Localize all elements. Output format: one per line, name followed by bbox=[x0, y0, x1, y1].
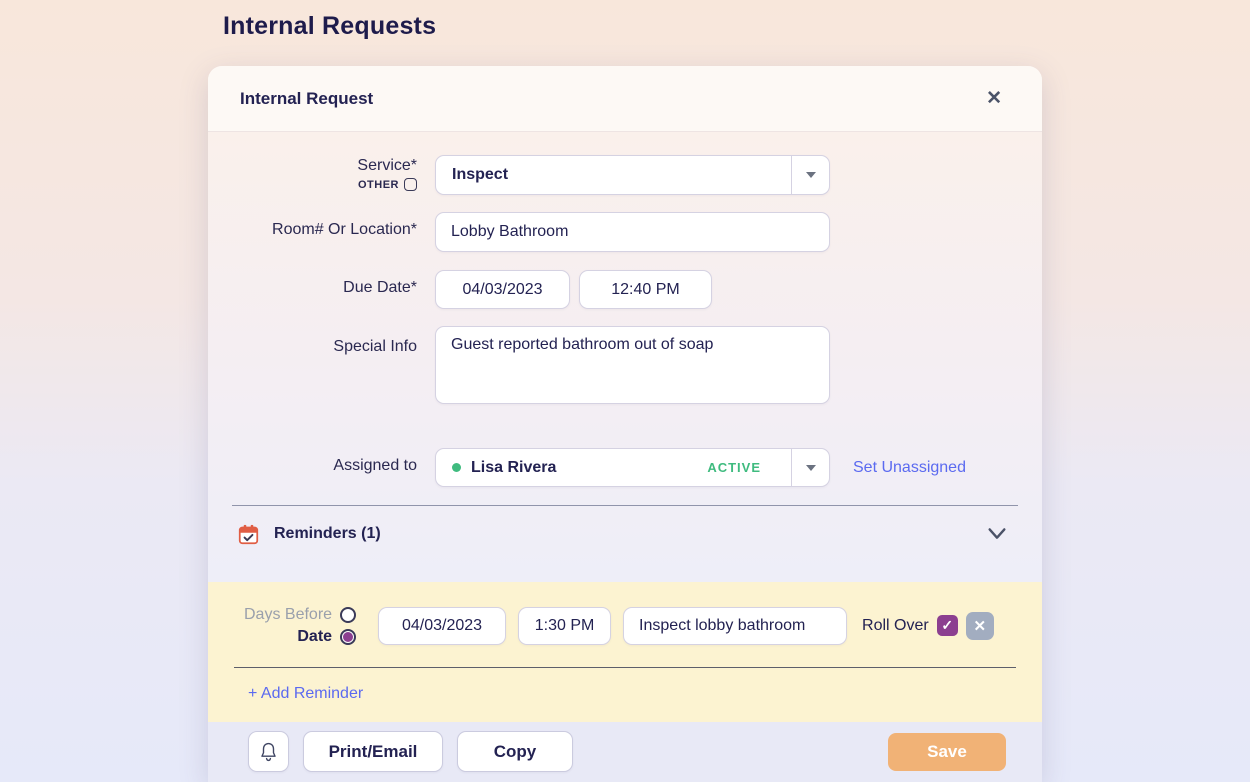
service-field: Inspect bbox=[435, 155, 830, 195]
special-info-row: Special Info Guest reported bathroom out… bbox=[208, 326, 1042, 409]
roll-over-label: Roll Over bbox=[862, 617, 929, 635]
due-date-row: Due Date* bbox=[208, 270, 1042, 309]
special-info-textarea[interactable]: Guest reported bathroom out of soap bbox=[435, 326, 830, 404]
calendar-check-icon bbox=[238, 524, 259, 545]
modal-header: Internal Request ✕ bbox=[208, 66, 1042, 132]
caret-down-icon bbox=[806, 465, 816, 471]
reminder-text-input[interactable] bbox=[623, 607, 847, 645]
service-caret-zone[interactable] bbox=[791, 156, 829, 194]
due-date-label: Due Date* bbox=[208, 270, 417, 297]
assigned-select[interactable]: Lisa Rivera ACTIVE bbox=[435, 448, 830, 487]
roll-over-checkbox[interactable]: ✓ bbox=[937, 615, 958, 636]
modal-body: Service* OTHER Inspect Room# Or Location… bbox=[208, 132, 1042, 582]
internal-request-modal: Internal Request ✕ Service* OTHER Inspec… bbox=[208, 66, 1042, 782]
copy-button[interactable]: Copy bbox=[457, 731, 573, 772]
notification-bell-button[interactable] bbox=[248, 731, 289, 772]
location-label: Room# Or Location* bbox=[208, 212, 417, 239]
print-email-button[interactable]: Print/Email bbox=[303, 731, 443, 772]
due-time-input[interactable] bbox=[579, 270, 712, 309]
page-title: Internal Requests bbox=[223, 12, 436, 41]
add-reminder-link[interactable]: + Add Reminder bbox=[208, 668, 1042, 703]
reminders-title: Reminders (1) bbox=[274, 525, 381, 543]
modal-footer: Print/Email Copy Save bbox=[208, 722, 1042, 782]
days-before-label: Days Before bbox=[244, 606, 332, 624]
save-button[interactable]: Save bbox=[888, 733, 1006, 771]
service-label: Service* bbox=[208, 157, 417, 175]
reminder-type-radio-group: Days Before Date bbox=[244, 606, 356, 646]
assigned-name: Lisa Rivera bbox=[471, 459, 556, 477]
service-label-col: Service* OTHER bbox=[208, 155, 417, 191]
location-input[interactable] bbox=[435, 212, 830, 252]
reminder-date-input[interactable] bbox=[378, 607, 506, 645]
service-row: Service* OTHER Inspect bbox=[208, 155, 1042, 195]
other-checkbox[interactable] bbox=[404, 178, 417, 191]
special-info-label: Special Info bbox=[208, 326, 417, 356]
remove-reminder-button[interactable]: ✕ bbox=[966, 612, 994, 640]
due-date-input[interactable] bbox=[435, 270, 570, 309]
status-badge: ACTIVE bbox=[707, 460, 775, 475]
service-other: OTHER bbox=[208, 178, 417, 191]
date-option[interactable]: Date bbox=[244, 628, 356, 646]
caret-down-icon bbox=[806, 172, 816, 178]
set-unassigned-link[interactable]: Set Unassigned bbox=[853, 459, 966, 477]
service-select-value: Inspect bbox=[436, 166, 791, 184]
assigned-label: Assigned to bbox=[208, 448, 417, 475]
modal-title: Internal Request bbox=[240, 89, 373, 109]
reminder-section: Days Before Date Roll Over ✓ ✕ + Add Rem… bbox=[208, 582, 1042, 722]
assigned-caret-zone[interactable] bbox=[791, 449, 829, 486]
close-icon[interactable]: ✕ bbox=[986, 89, 1002, 108]
chevron-down-icon[interactable] bbox=[986, 525, 1008, 543]
assigned-row: Assigned to Lisa Rivera ACTIVE Set Unass… bbox=[208, 448, 1042, 487]
location-row: Room# Or Location* bbox=[208, 212, 1042, 252]
reminders-header[interactable]: Reminders (1) bbox=[208, 506, 1042, 562]
date-radio[interactable] bbox=[340, 629, 356, 645]
service-select[interactable]: Inspect bbox=[435, 155, 830, 195]
active-status-dot-icon bbox=[452, 463, 461, 472]
days-before-radio[interactable] bbox=[340, 607, 356, 623]
date-label: Date bbox=[297, 628, 332, 646]
reminder-time-input[interactable] bbox=[518, 607, 611, 645]
other-label: OTHER bbox=[358, 179, 399, 191]
rollover-wrap: Roll Over ✓ ✕ bbox=[862, 612, 994, 640]
assigned-select-value: Lisa Rivera ACTIVE bbox=[436, 459, 791, 477]
days-before-option[interactable]: Days Before bbox=[244, 606, 356, 624]
reminder-row: Days Before Date Roll Over ✓ ✕ bbox=[208, 582, 1042, 646]
bell-icon bbox=[259, 742, 278, 762]
